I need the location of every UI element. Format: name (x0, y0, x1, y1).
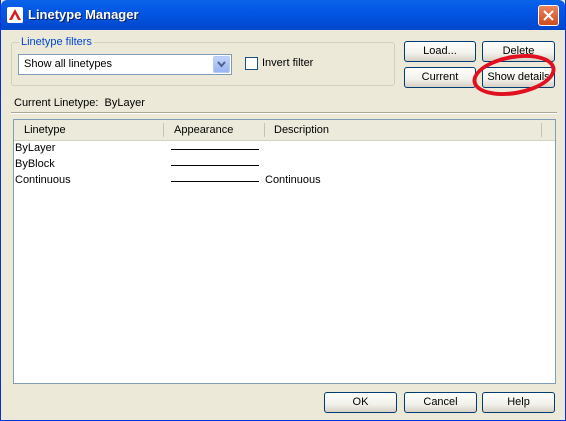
invert-filter-checkbox[interactable] (245, 57, 258, 70)
column-divider[interactable] (264, 123, 265, 137)
chevron-down-icon (217, 61, 226, 68)
linetype-name: Continuous (15, 174, 71, 186)
filter-selected-value: Show all linetypes (24, 58, 113, 70)
help-button[interactable]: Help (482, 392, 555, 413)
close-button[interactable] (538, 5, 559, 26)
list-header: Linetype Appearance Description (14, 120, 555, 141)
table-row[interactable]: ByLayer (14, 141, 555, 157)
column-header-linetype[interactable]: Linetype (24, 120, 66, 140)
column-divider[interactable] (541, 123, 542, 137)
separator-line (11, 112, 557, 114)
current-linetype-caption: Current Linetype: (14, 97, 99, 109)
linetype-manager-dialog: Linetype Manager Linetype filters Show a… (0, 0, 566, 421)
linetype-filter-dropdown[interactable]: Show all linetypes (18, 54, 232, 75)
linetype-name: ByBlock (15, 158, 55, 170)
current-linetype-label: Current Linetype: ByLayer (14, 97, 145, 109)
invert-filter-label[interactable]: Invert filter (262, 57, 313, 69)
linetype-name: ByLayer (15, 142, 56, 154)
linetype-appearance-sample (171, 181, 259, 182)
table-row[interactable]: Continuous Continuous (14, 173, 555, 189)
linetype-description: Continuous (265, 174, 321, 186)
ok-button[interactable]: OK (324, 392, 397, 413)
linetype-appearance-sample (171, 149, 259, 150)
column-header-description[interactable]: Description (274, 120, 329, 140)
column-divider[interactable] (163, 123, 164, 137)
close-icon (543, 10, 554, 21)
dropdown-arrow-button[interactable] (213, 56, 230, 73)
autocad-app-icon (7, 7, 23, 23)
linetype-filters-label: Linetype filters (19, 36, 94, 48)
load-button[interactable]: Load... (404, 41, 476, 62)
table-row[interactable]: ByBlock (14, 157, 555, 173)
cancel-button[interactable]: Cancel (404, 392, 477, 413)
column-header-appearance[interactable]: Appearance (174, 120, 233, 140)
current-linetype-value: ByLayer (104, 97, 145, 109)
linetype-list[interactable]: Linetype Appearance Description ByLayer … (13, 119, 556, 384)
linetype-appearance-sample (171, 165, 259, 166)
window-title: Linetype Manager (28, 7, 139, 22)
current-button[interactable]: Current (404, 67, 476, 88)
title-bar[interactable]: Linetype Manager (1, 0, 565, 30)
